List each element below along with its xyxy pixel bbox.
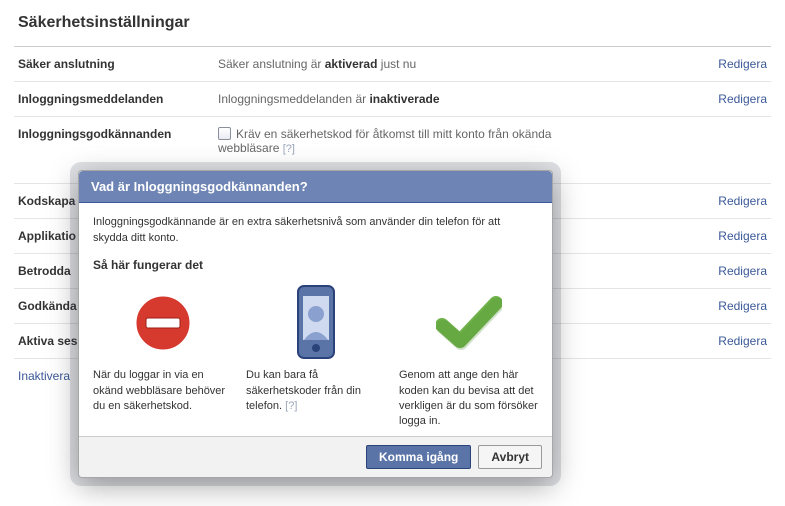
dialog-body: Inloggningsgodkännande är en extra säker… bbox=[79, 203, 552, 436]
status-bold: aktiverad bbox=[325, 57, 378, 71]
step-text: Genom att ange den här koden kan du bevi… bbox=[399, 368, 538, 430]
row-label: Inloggningsmeddelanden bbox=[18, 92, 218, 106]
help-icon[interactable]: [?] bbox=[285, 400, 297, 412]
edit-link[interactable]: Redigera bbox=[718, 334, 767, 348]
edit-link[interactable]: Redigera bbox=[718, 92, 767, 106]
dialog-footer: Komma igång Avbryt bbox=[79, 436, 552, 477]
checkbox-label: Kräv en säkerhetskod för åtkomst till mi… bbox=[218, 127, 551, 155]
cancel-button[interactable]: Avbryt bbox=[478, 445, 542, 469]
no-entry-icon bbox=[93, 284, 232, 362]
edit-link[interactable]: Redigera bbox=[718, 229, 767, 243]
edit-link[interactable]: Redigera bbox=[718, 57, 767, 71]
step-1: När du loggar in via en okänd webbläsare… bbox=[93, 284, 232, 430]
dialog-intro: Inloggningsgodkännande är en extra säker… bbox=[93, 215, 538, 247]
dialog-title: Vad är Inloggningsgodkännanden? bbox=[79, 171, 552, 203]
step-text: När du loggar in via en okänd webbläsare… bbox=[93, 368, 232, 414]
help-icon[interactable]: [?] bbox=[283, 143, 295, 155]
row-desc: Kräv en säkerhetskod för åtkomst till mi… bbox=[218, 127, 578, 155]
status-bold: inaktiverade bbox=[369, 92, 439, 106]
step-text: Du kan bara få säkerhetskoder från din t… bbox=[246, 368, 385, 414]
row-label: Säker anslutning bbox=[18, 57, 218, 71]
deactivate-link[interactable]: Inaktivera bbox=[18, 369, 70, 383]
row-desc: Inloggningsmeddelanden är inaktiverade bbox=[218, 92, 687, 106]
text: Du kan bara få säkerhetskoder från din t… bbox=[246, 369, 361, 412]
checkmark-icon bbox=[399, 284, 538, 362]
text: Inloggningsmeddelanden är bbox=[218, 92, 369, 106]
step-3: Genom att ange den här koden kan du bevi… bbox=[399, 284, 538, 430]
step-2: Du kan bara få säkerhetskoder från din t… bbox=[246, 284, 385, 430]
checkbox[interactable] bbox=[218, 127, 231, 140]
text: just nu bbox=[377, 57, 416, 71]
text: Säker anslutning är bbox=[218, 57, 325, 71]
row-desc: Säker anslutning är aktiverad just nu bbox=[218, 57, 687, 71]
row-label: Inloggningsgodkännanden bbox=[18, 127, 218, 141]
edit-link[interactable]: Redigera bbox=[718, 264, 767, 278]
phone-icon bbox=[246, 284, 385, 362]
row-secure-browsing[interactable]: Säker anslutning Säker anslutning är akt… bbox=[14, 47, 771, 82]
login-approvals-dialog: Vad är Inloggningsgodkännanden? Inloggni… bbox=[78, 170, 553, 478]
edit-link[interactable]: Redigera bbox=[718, 194, 767, 208]
row-login-notifications[interactable]: Inloggningsmeddelanden Inloggningsmeddel… bbox=[14, 82, 771, 117]
page-title: Säkerhetsinställningar bbox=[18, 14, 771, 32]
get-started-button[interactable]: Komma igång bbox=[366, 445, 471, 469]
edit-link[interactable]: Redigera bbox=[718, 299, 767, 313]
dialog-subheading: Så här fungerar det bbox=[93, 257, 538, 274]
